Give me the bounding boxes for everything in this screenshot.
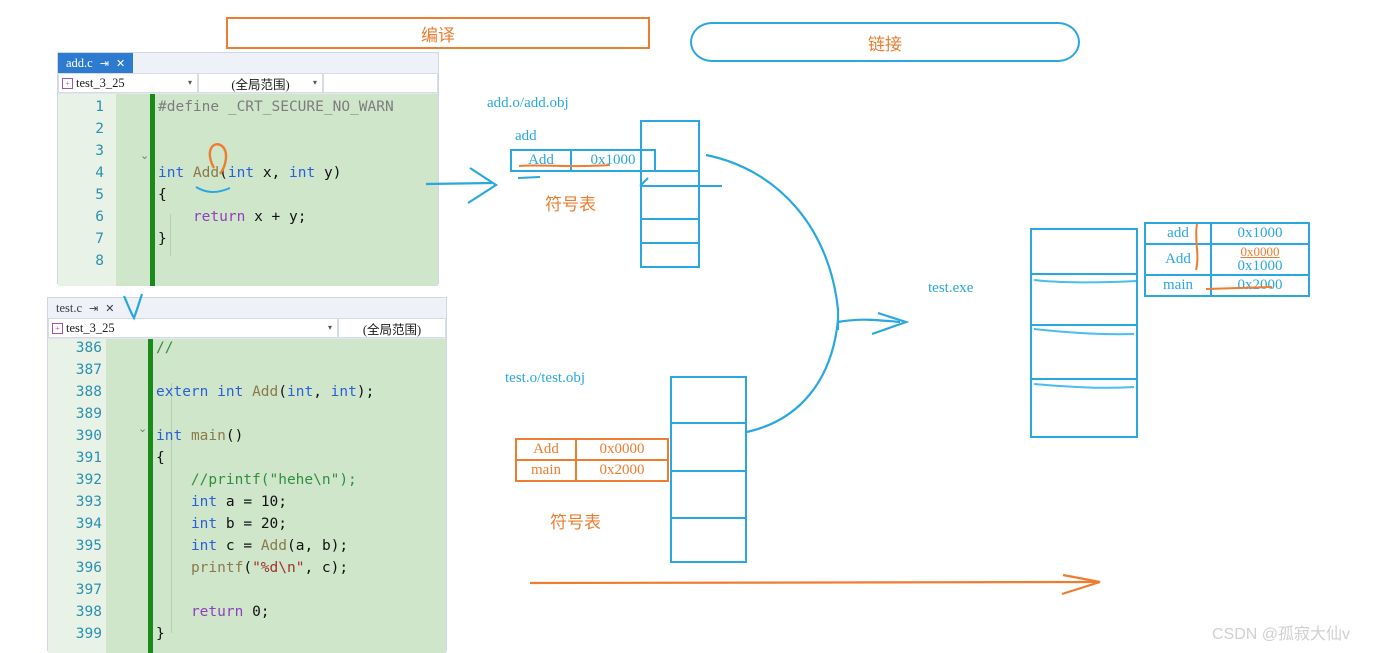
- handdrawn-check-test: [122, 293, 144, 321]
- handdrawn-circle-add: [208, 143, 228, 175]
- connector-link-brace: [705, 153, 910, 434]
- handdrawn-marks-add-table: [517, 176, 541, 179]
- connector-add-table-to-segment: [639, 177, 722, 187]
- arrow-compile-add: [425, 167, 499, 204]
- handdrawn-underline-add: [195, 186, 231, 193]
- bottom-process-arrow: [529, 573, 1101, 596]
- handdrawn-exe-dividers: [1033, 279, 1137, 389]
- diagram-connectors: [122, 143, 1273, 596]
- csdn-watermark: CSDN @孤寂大仙v: [1212, 626, 1351, 643]
- final-table-correction-marks: [1195, 223, 1273, 290]
